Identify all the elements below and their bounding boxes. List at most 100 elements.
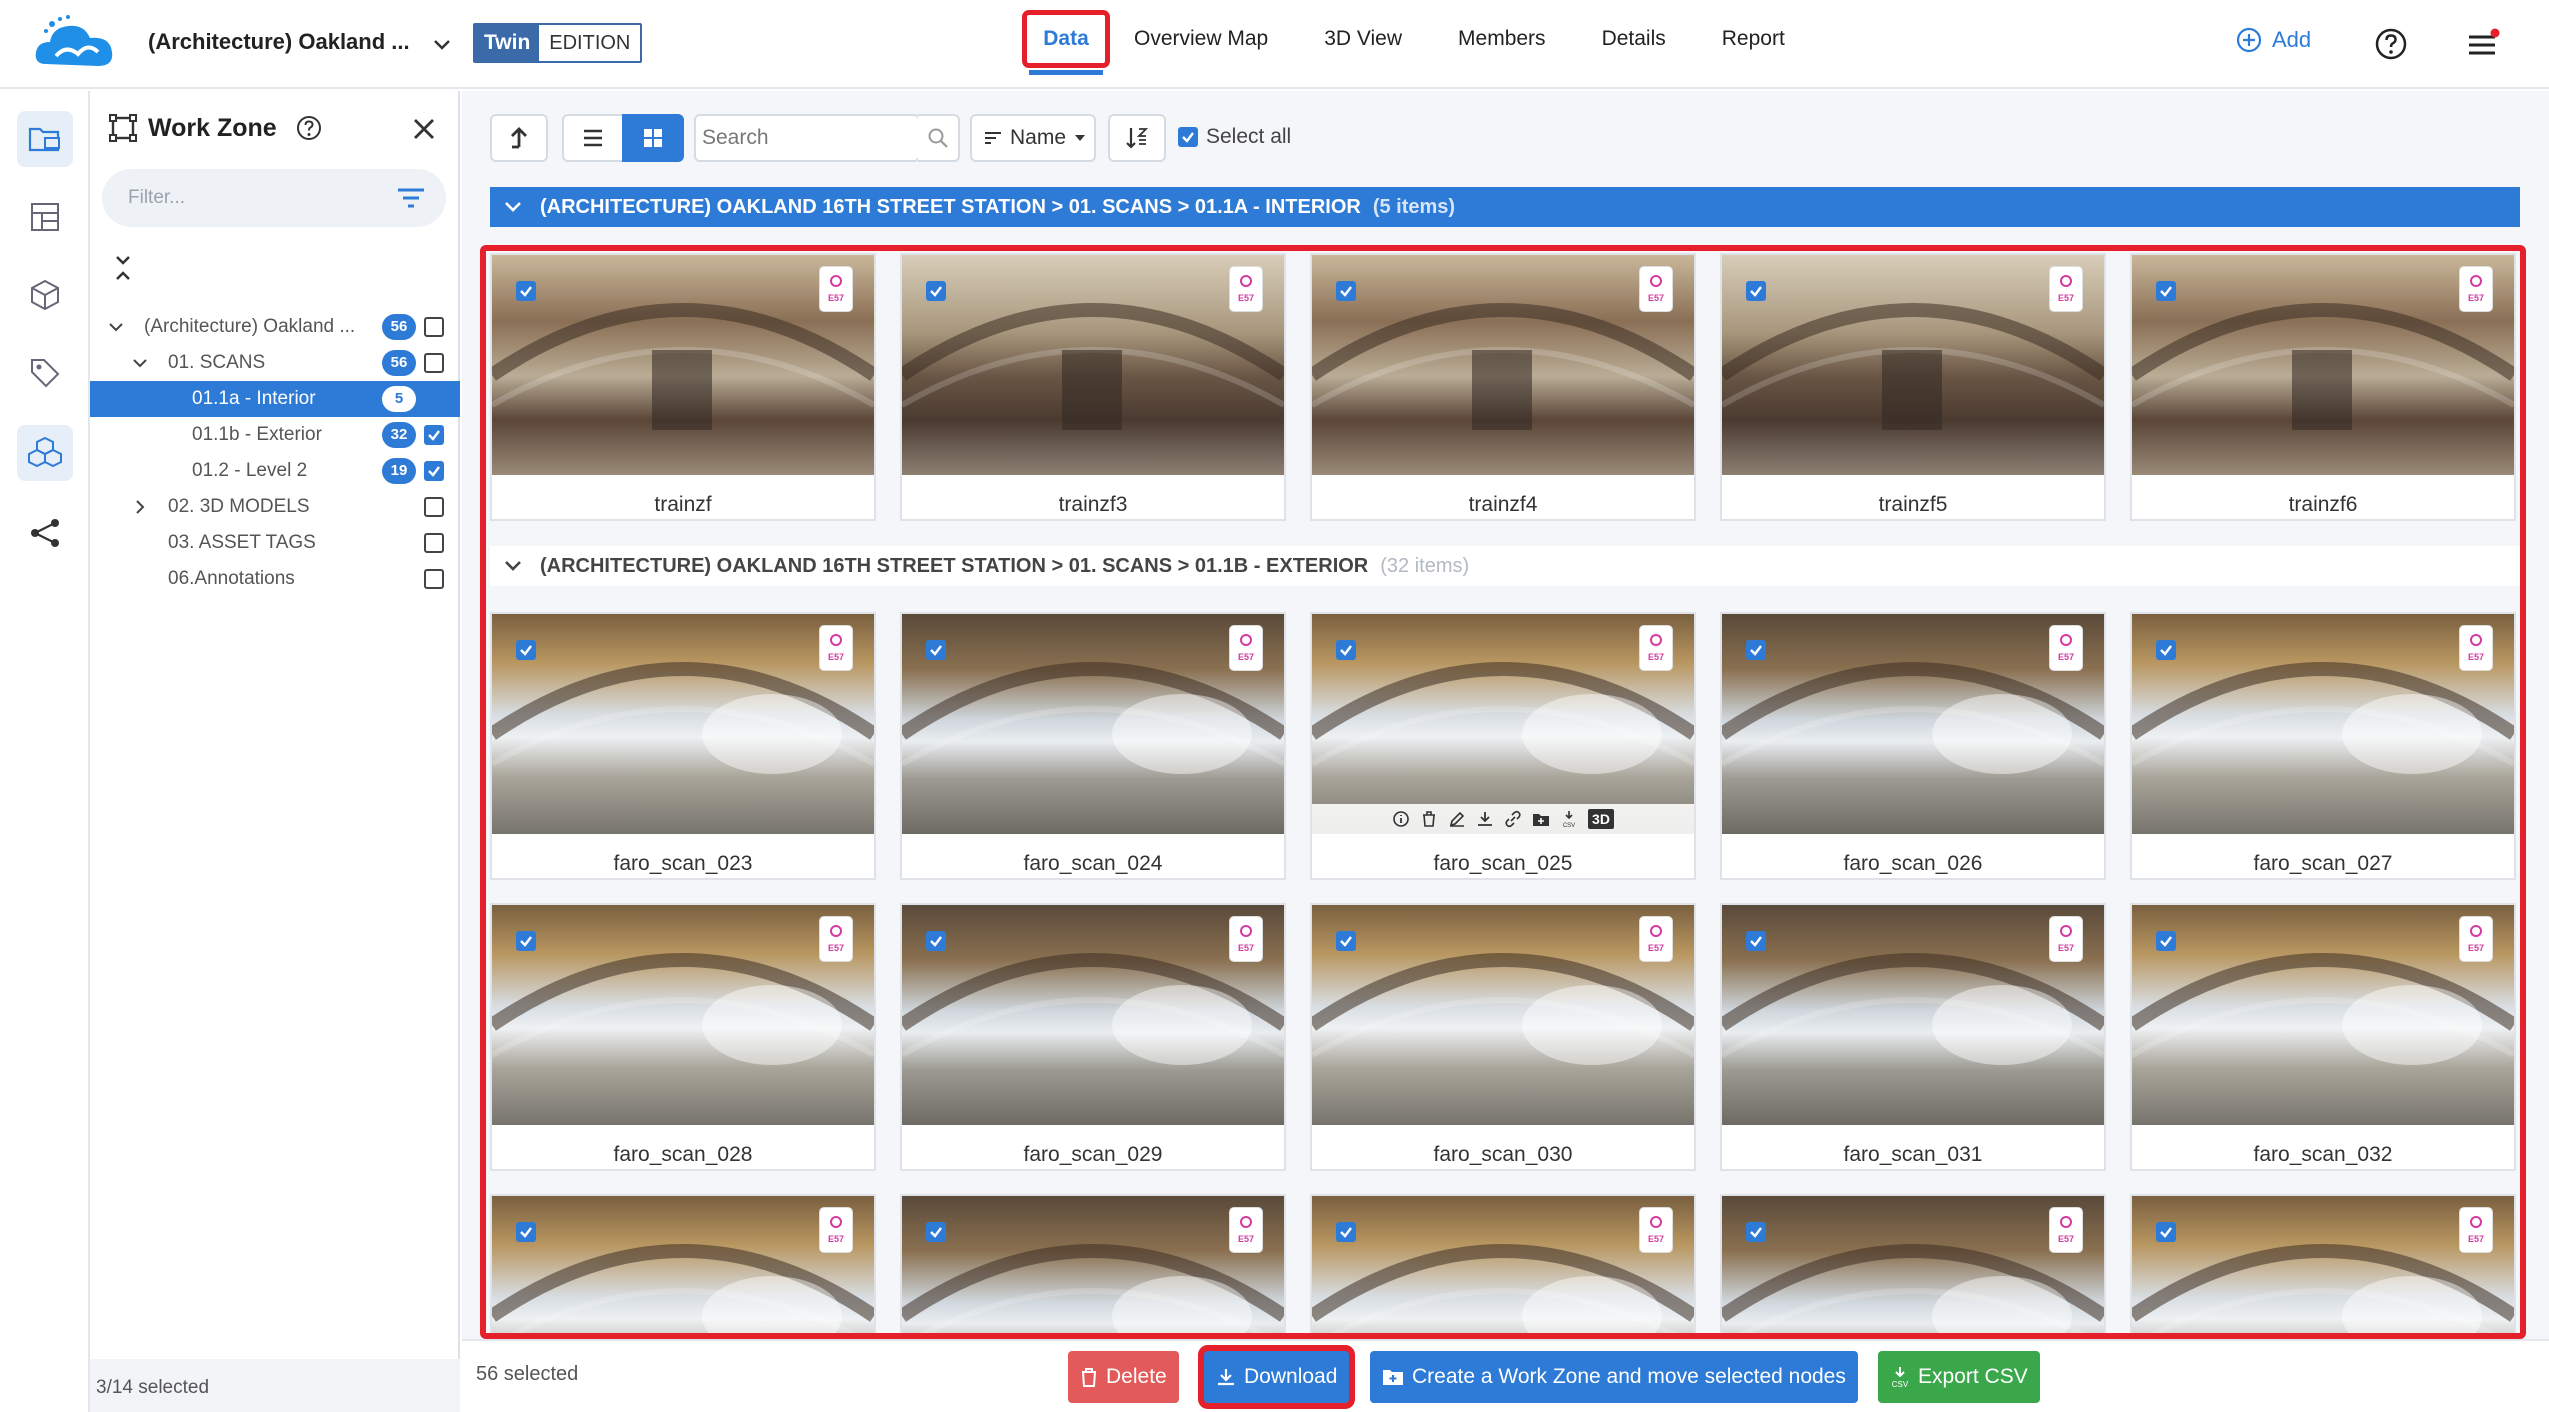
create-work-zone-button[interactable]: Create a Work Zone and move selected nod… [1370,1351,1858,1403]
scan-thumbnail[interactable] [1312,255,1694,475]
tree-node-level2[interactable]: 01.2 - Level 2 19 [90,453,460,489]
scan-card[interactable]: E57 trainzf [490,253,876,521]
folder-plus-icon[interactable] [1532,810,1550,828]
card-checkbox[interactable] [926,281,946,301]
scan-thumbnail[interactable] [902,905,1284,1125]
scan-card[interactable]: E57 faro_scan_030 [1310,903,1696,1171]
link-icon[interactable] [1504,810,1522,828]
scan-card[interactable]: E57 trainzf4 [1310,253,1696,521]
scan-card[interactable]: E57 faro_scan_032 [2130,903,2516,1171]
scan-thumbnail[interactable] [902,614,1284,834]
tree-node-3d-models[interactable]: 02. 3D MODELS [90,489,460,525]
scan-card[interactable]: E57 [900,1194,1286,1412]
scan-card[interactable]: E57 [490,1194,876,1412]
scan-card[interactable]: E57 faro_scan_024 [900,612,1286,880]
node-checkbox[interactable] [424,533,444,553]
card-checkbox[interactable] [516,931,536,951]
scan-thumbnail[interactable] [902,255,1284,475]
card-checkbox[interactable] [926,931,946,951]
download-button[interactable]: Download [1204,1351,1350,1403]
trash-icon[interactable] [1420,810,1438,828]
project-title[interactable]: (Architecture) Oakland ... [148,29,410,55]
rail-tree-button[interactable] [17,189,73,245]
card-checkbox[interactable] [926,640,946,660]
close-icon[interactable] [408,113,440,145]
grid-view-button[interactable] [622,114,684,162]
csv-download-icon[interactable]: CSV [1560,810,1578,828]
chevron-right-icon[interactable] [130,497,150,517]
card-checkbox[interactable] [516,1222,536,1242]
chevron-down-icon[interactable] [430,32,454,56]
scan-card[interactable]: E57 faro_scan_026 [1720,612,2106,880]
node-checkbox[interactable] [424,317,444,337]
download-icon[interactable] [1476,810,1494,828]
node-checkbox[interactable] [424,569,444,589]
scan-thumbnail[interactable] [2132,614,2514,834]
tab-overview-map[interactable]: Overview Map [1134,10,1268,68]
help-icon[interactable] [295,114,323,142]
scan-thumbnail[interactable] [2132,905,2514,1125]
hamburger-menu-icon[interactable] [2466,28,2500,60]
open-3d-button[interactable]: 3D [1588,809,1614,829]
card-checkbox[interactable] [2156,1222,2176,1242]
chevron-down-icon[interactable] [130,353,150,373]
card-checkbox[interactable] [516,281,536,301]
scan-thumbnail[interactable] [1722,255,2104,475]
scan-thumbnail[interactable] [2132,255,2514,475]
card-checkbox[interactable] [1746,1222,1766,1242]
rail-workzone-button[interactable] [17,425,73,481]
card-checkbox[interactable] [2156,281,2176,301]
chevron-down-icon[interactable] [106,317,126,337]
card-checkbox[interactable] [1336,281,1356,301]
tree-node-asset-tags[interactable]: 03. ASSET TAGS [90,525,460,561]
scan-card[interactable]: E57 trainzf6 [2130,253,2516,521]
checkbox-checked[interactable] [1178,127,1198,147]
scan-card[interactable]: E57 trainzf5 [1720,253,2106,521]
scan-thumbnail[interactable] [1722,614,2104,834]
filter-input[interactable]: Filter... [102,169,446,227]
tree-node-scans[interactable]: 01. SCANS 56 [90,345,460,381]
sort-order-button[interactable] [1108,114,1166,162]
tree-node-interior[interactable]: 01.1a - Interior 5 [90,381,460,417]
card-checkbox[interactable] [1746,931,1766,951]
scan-thumbnail[interactable] [1312,614,1694,834]
tab-3d-view[interactable]: 3D View [1324,10,1402,68]
section-header-interior[interactable]: (ARCHITECTURE) OAKLAND 16TH STREET STATI… [490,187,2520,227]
tab-data[interactable]: Data [1022,10,1110,75]
scan-card[interactable]: E57 faro_scan_028 [490,903,876,1171]
section-header-exterior[interactable]: (ARCHITECTURE) OAKLAND 16TH STREET STATI… [490,546,2520,586]
scan-thumbnail[interactable] [492,255,874,475]
tree-node-project[interactable]: (Architecture) Oakland ... 56 [90,309,460,345]
chevron-down-icon[interactable] [500,553,526,579]
list-view-button[interactable] [562,114,624,162]
search-input[interactable] [702,126,902,150]
help-icon[interactable] [2374,27,2408,61]
tab-members[interactable]: Members [1458,10,1546,68]
card-checkbox[interactable] [516,640,536,660]
add-button[interactable]: Add [2236,27,2311,53]
scan-card[interactable]: E57 CSV 3D faro_scan_025 [1310,612,1696,880]
rail-tags-button[interactable] [17,345,73,401]
card-checkbox[interactable] [1336,640,1356,660]
chevron-down-icon[interactable] [500,194,526,220]
select-all-checkbox[interactable]: Select all [1178,125,1291,149]
info-icon[interactable] [1392,810,1410,828]
scan-thumbnail[interactable] [1722,905,2104,1125]
collapse-all-icon[interactable] [112,253,134,283]
card-checkbox[interactable] [1336,931,1356,951]
sort-dropdown[interactable]: Name [970,114,1096,162]
node-checkbox[interactable] [424,461,444,481]
export-csv-button[interactable]: CSV Export CSV [1878,1351,2040,1403]
scan-thumbnail[interactable] [1312,905,1694,1125]
scan-card[interactable]: E57 [2130,1194,2516,1412]
tab-details[interactable]: Details [1602,10,1666,68]
go-up-button[interactable] [490,114,548,162]
scan-card[interactable]: E57 [1310,1194,1696,1412]
card-checkbox[interactable] [926,1222,946,1242]
search-field[interactable] [694,114,920,162]
rail-models-button[interactable] [17,267,73,323]
tree-node-annotations[interactable]: 06.Annotations [90,561,460,597]
scan-card[interactable]: E57 trainzf3 [900,253,1286,521]
scan-card[interactable]: E57 faro_scan_029 [900,903,1286,1171]
node-checkbox[interactable] [424,497,444,517]
